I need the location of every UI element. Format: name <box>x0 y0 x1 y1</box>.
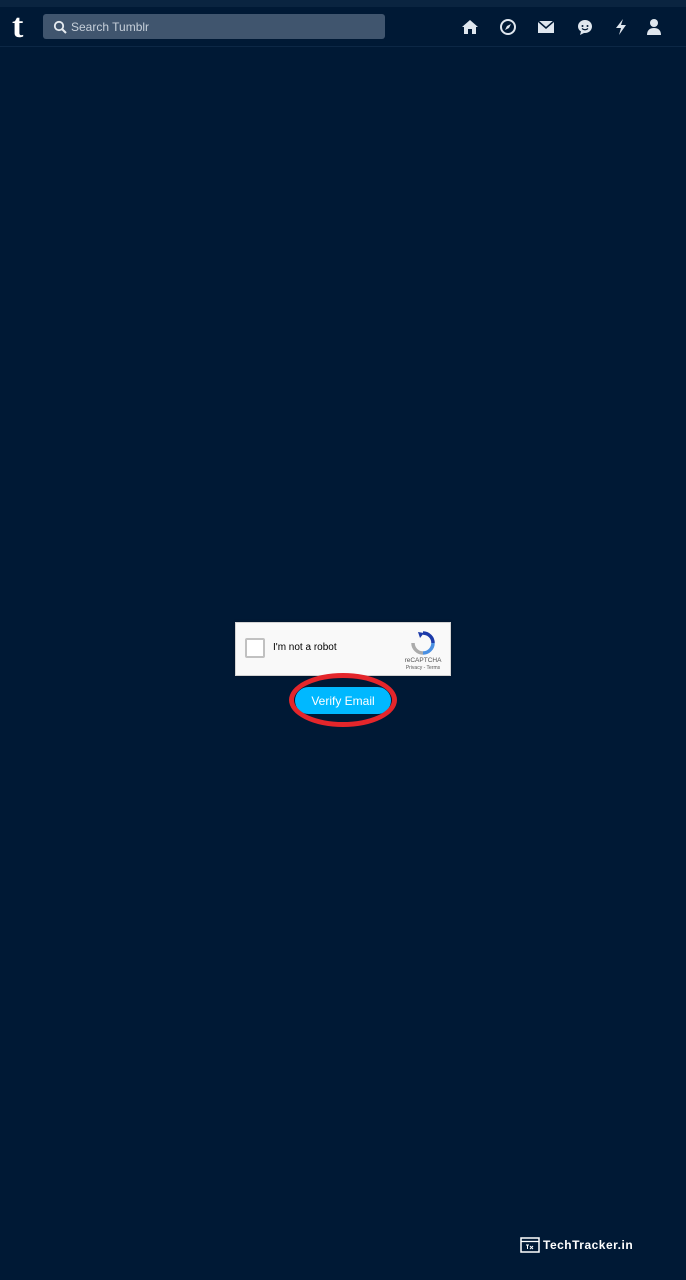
account-icon[interactable] <box>644 17 664 37</box>
search-placeholder: Search Tumblr <box>71 19 150 34</box>
tumblr-logo[interactable]: t <box>12 10 34 44</box>
search-icon <box>51 18 69 36</box>
recaptcha-label: I'm not a robot <box>273 642 337 653</box>
recaptcha-checkbox[interactable] <box>245 638 265 658</box>
recaptcha-logo-icon <box>410 630 436 656</box>
recaptcha-privacy-terms[interactable]: Privacy - Terms <box>396 665 450 671</box>
home-icon[interactable] <box>460 17 480 37</box>
explore-icon[interactable] <box>498 17 518 37</box>
watermark-text: TechTracker.in <box>543 1238 634 1252</box>
search-bar[interactable]: Search Tumblr <box>43 14 385 39</box>
recaptcha-brand: reCAPTCHA <box>404 657 442 664</box>
chat-icon[interactable] <box>575 17 595 37</box>
watermark: TechTracker.in <box>520 1236 633 1254</box>
mail-icon[interactable] <box>536 17 556 37</box>
recaptcha-widget: I'm not a robot reCAPTCHA Privacy - Term… <box>235 622 451 676</box>
top-navigation-bar: t Search Tumblr <box>0 0 686 47</box>
browser-window-icon <box>520 1237 540 1253</box>
activity-icon[interactable] <box>611 17 631 37</box>
highlight-annotation <box>289 673 397 727</box>
